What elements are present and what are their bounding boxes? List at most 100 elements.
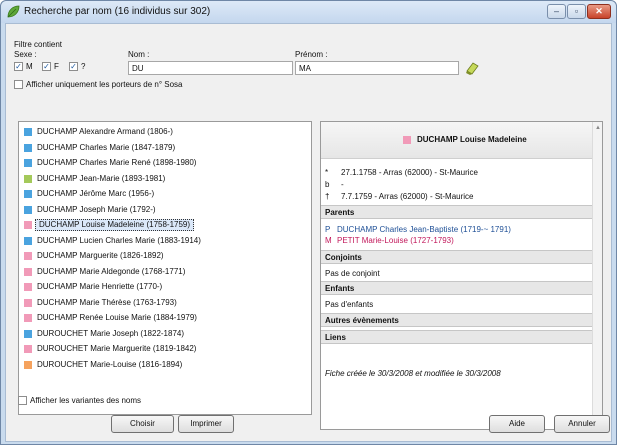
sosa-checkbox[interactable] [14, 80, 23, 89]
baptism-symbol: b [325, 180, 330, 189]
birth-symbol: * [325, 168, 329, 177]
list-item-selected[interactable]: DUCHAMP Louise Madeleine (1758-1759) [19, 219, 311, 232]
person-color-swatch [24, 252, 32, 260]
list-item[interactable]: DUROUCHET Marie-Louise (1816-1894) [19, 359, 311, 372]
individuals-list[interactable]: DUCHAMP Alexandre Armand (1806-) DUCHAMP … [18, 121, 312, 415]
individual-detail-panel: DUCHAMP Louise Madeleine * 27.1.1758 - A… [320, 121, 603, 430]
links-section-title: Liens [321, 330, 593, 344]
list-item-label: DUROUCHET Marie-Louise (1816-1894) [37, 359, 183, 369]
person-color-swatch [24, 205, 32, 214]
list-item-label: DUROUCHET Marie Joseph (1822-1874) [37, 328, 185, 338]
sex-f-checkbox[interactable]: ✓ [42, 62, 51, 71]
mother-prefix: M [325, 236, 332, 245]
eraser-icon[interactable] [464, 60, 480, 76]
birth-value: 27.1.1758 - Arras (62000) - St-Maurice [341, 168, 478, 177]
list-item-label: DUCHAMP Marie Henriette (1770-) [37, 282, 163, 291]
person-color-swatch [24, 190, 32, 198]
person-color-swatch [24, 236, 32, 245]
print-button[interactable]: Imprimer [178, 415, 234, 433]
father-link[interactable]: DUCHAMP Charles Jean-Baptiste (1719-~ 17… [337, 225, 511, 234]
events-section-title: Autres évènements [321, 313, 593, 327]
window-title: Recherche par nom (16 individus sur 302) [24, 6, 211, 17]
person-color-swatch [24, 298, 32, 307]
person-color-swatch [24, 267, 32, 276]
list-item[interactable]: DUCHAMP Joseph Marie (1792-) [19, 204, 311, 217]
title-bar[interactable]: Recherche par nom (16 individus sur 302)… [1, 1, 616, 23]
minimize-button[interactable]: ‒ [547, 4, 566, 19]
list-item[interactable]: DUCHAMP Jérôme Marc (1956-) [19, 188, 311, 201]
list-item[interactable]: DUCHAMP Marguerite (1826-1892) [19, 250, 311, 263]
person-color-swatch [24, 174, 32, 183]
spouses-section-title: Conjoints [321, 250, 593, 264]
variants-checkbox[interactable] [18, 396, 27, 405]
children-text: Pas d'enfants [325, 300, 374, 309]
person-color-swatch [24, 283, 32, 291]
choose-button[interactable]: Choisir [111, 415, 174, 433]
death-value: 7.7.1759 - Arras (62000) - St-Maurice [341, 192, 474, 201]
list-item[interactable]: DUROUCHET Marie Marguerite (1819-1842) [19, 343, 311, 356]
close-button[interactable]: ✕ [587, 4, 611, 19]
person-color-swatch [24, 314, 32, 322]
detail-name: DUCHAMP Louise Madeleine [417, 135, 527, 144]
list-item-label: DUCHAMP Jean-Marie (1893-1981) [37, 173, 166, 183]
sex-unknown-checkbox[interactable]: ✓ [69, 62, 78, 71]
list-item[interactable]: DUCHAMP Marie Thérèse (1763-1793) [19, 297, 311, 310]
list-item-label: DUCHAMP Joseph Marie (1792-) [37, 204, 156, 214]
list-item-label: DUCHAMP Renée Louise Marie (1884-1979) [37, 313, 197, 322]
person-color-swatch [24, 128, 32, 136]
list-item-label: DUCHAMP Jérôme Marc (1956-) [37, 189, 155, 198]
list-item-label: DUCHAMP Charles Marie René (1898-1980) [37, 158, 197, 167]
death-symbol: † [325, 192, 330, 201]
dialog-client-area: Filtre contient Sexe : ✓ M ✓ F ✓ ? Nom :… [5, 23, 612, 442]
list-item-label: DUCHAMP Charles Marie (1847-1879) [37, 142, 176, 152]
sex-label: Sexe : [14, 50, 37, 59]
filter-label: Filtre contient [14, 40, 63, 49]
list-item-label: DUCHAMP Louise Madeleine (1758-1759) [35, 219, 195, 231]
sex-m-label: M [26, 62, 33, 71]
list-item[interactable]: DUCHAMP Lucien Charles Marie (1883-1914) [19, 235, 311, 248]
list-item[interactable]: DUCHAMP Alexandre Armand (1806-) [19, 126, 311, 139]
list-item[interactable]: DUCHAMP Marie Henriette (1770-) [19, 281, 311, 294]
variants-label: Afficher les variantes des noms [30, 396, 142, 405]
person-color-swatch [24, 329, 32, 338]
record-footer: Fiche créée le 30/3/2008 et modifiée le … [325, 369, 501, 378]
list-item[interactable]: DUCHAMP Charles Marie René (1898-1980) [19, 157, 311, 170]
list-item[interactable]: DUCHAMP Charles Marie (1847-1879) [19, 142, 311, 155]
prenom-input[interactable]: MA [295, 61, 459, 75]
person-color-swatch [24, 360, 32, 369]
nom-input[interactable]: DU [128, 61, 293, 75]
detail-scrollbar[interactable]: ▲ ▼ [592, 122, 602, 429]
search-window: Recherche par nom (16 individus sur 302)… [0, 0, 617, 445]
list-item-label: DUROUCHET Marie Marguerite (1819-1842) [37, 344, 197, 353]
maximize-button[interactable]: ▫ [567, 4, 586, 19]
nom-label: Nom : [128, 50, 150, 59]
person-color-swatch [24, 221, 32, 229]
mother-link[interactable]: PETIT Marie-Louise (1727-1793) [337, 236, 454, 245]
scroll-up-icon[interactable]: ▲ [595, 125, 601, 131]
detail-header: DUCHAMP Louise Madeleine [321, 122, 593, 159]
parents-section-title: Parents [321, 205, 593, 219]
leaf-app-icon [7, 5, 20, 18]
gender-color-swatch [403, 136, 411, 144]
father-prefix: P [325, 225, 331, 234]
list-item-label: DUCHAMP Marie Aldegonde (1768-1771) [37, 266, 186, 276]
sosa-label: Afficher uniquement les porteurs de n° S… [26, 80, 183, 89]
list-item[interactable]: DUCHAMP Renée Louise Marie (1884-1979) [19, 312, 311, 325]
list-item[interactable]: DUCHAMP Marie Aldegonde (1768-1771) [19, 266, 311, 279]
list-item-label: DUCHAMP Marguerite (1826-1892) [37, 251, 164, 260]
children-section-title: Enfants [321, 281, 593, 295]
list-item-label: DUCHAMP Marie Thérèse (1763-1793) [37, 297, 177, 307]
person-color-swatch [24, 143, 32, 152]
person-color-swatch [24, 159, 32, 167]
list-item[interactable]: DUROUCHET Marie Joseph (1822-1874) [19, 328, 311, 341]
spouses-text: Pas de conjoint [325, 269, 380, 278]
sex-unknown-label: ? [81, 62, 86, 71]
list-item[interactable]: DUCHAMP Jean-Marie (1893-1981) [19, 173, 311, 186]
person-color-swatch [24, 345, 32, 353]
sex-m-checkbox[interactable]: ✓ [14, 62, 23, 71]
prenom-label: Prénom : [295, 50, 328, 59]
cancel-button[interactable]: Annuler [554, 415, 610, 433]
sex-f-label: F [54, 62, 59, 71]
list-item-label: DUCHAMP Alexandre Armand (1806-) [37, 127, 173, 136]
help-button[interactable]: Aide [489, 415, 545, 433]
